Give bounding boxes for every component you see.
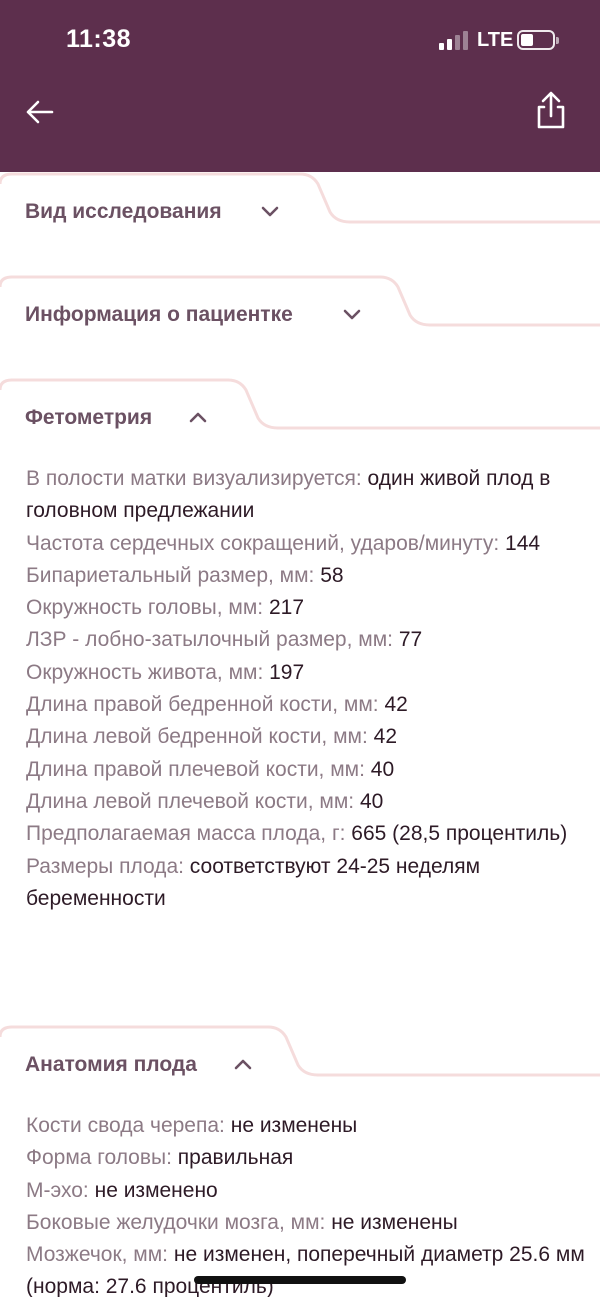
- detail-row: Мозжечок, мм: не изменен, поперечный диа…: [26, 1239, 586, 1297]
- detail-label: Боковые желудочки мозга, мм:: [26, 1210, 326, 1234]
- chevron-up-icon: [234, 1059, 252, 1070]
- fetometry-details: В полости матки визуализируется: один жи…: [26, 463, 586, 915]
- arrow-left-icon: [26, 100, 54, 124]
- section-title-fetometry: Фетометрия: [25, 406, 153, 429]
- detail-label: Окружность головы, мм:: [26, 596, 264, 620]
- detail-row: М-эхо: не изменено: [26, 1175, 586, 1207]
- detail-value: 77: [398, 628, 423, 652]
- detail-label: ЛЗР - лобно-затылочный размер, мм:: [26, 628, 393, 652]
- home-indicator[interactable]: [194, 1276, 406, 1284]
- detail-value: не изменено: [94, 1178, 218, 1202]
- detail-value: 217: [268, 596, 305, 620]
- share-button[interactable]: [532, 90, 570, 132]
- status-time: 11:38: [66, 25, 132, 53]
- detail-label: Мозжечок, мм:: [26, 1243, 169, 1267]
- detail-value: 42: [384, 693, 408, 717]
- detail-value: 42: [373, 725, 398, 749]
- detail-row: В полости матки визуализируется: один жи…: [26, 463, 586, 528]
- section-title-anatomy: Анатомия плода: [25, 1053, 197, 1076]
- detail-label: Длина левой бедренной кости, мм:: [26, 725, 368, 749]
- detail-label: Предполагаемая масса плода, г:: [26, 822, 346, 846]
- signal-strength-icon: [439, 30, 469, 50]
- section-title-patient-info: Информация о пациентке: [25, 303, 293, 326]
- back-button[interactable]: [22, 94, 58, 130]
- chevron-up-icon: [189, 412, 207, 423]
- detail-row: Предполагаемая масса плода, г: 665 (28,5…: [26, 818, 586, 850]
- detail-value: 40: [359, 789, 384, 813]
- detail-label: Кости свода черепа:: [26, 1114, 225, 1137]
- detail-label: Форма головы:: [26, 1146, 172, 1170]
- detail-label: Длина правой плечевой кости, мм:: [26, 757, 365, 781]
- detail-label: В полости матки визуализируется:: [26, 467, 362, 490]
- detail-value: 665 (28,5 процентиль): [351, 822, 568, 846]
- detail-label: Размеры плода:: [26, 854, 184, 878]
- detail-row: Бипариетальный размер, мм: 58: [26, 560, 586, 592]
- anatomy-details: Кости свода черепа: не изменены Форма го…: [26, 1110, 586, 1297]
- detail-row: Длина правой бедренной кости, мм: 42: [26, 689, 586, 721]
- battery-icon: [517, 30, 559, 50]
- chevron-down-icon: [261, 206, 279, 217]
- detail-row: Кости свода черепа: не изменены: [26, 1110, 586, 1142]
- share-icon: [537, 91, 565, 129]
- detail-label: Длина правой бедренной кости, мм:: [26, 693, 379, 717]
- detail-value: 197: [269, 660, 305, 684]
- detail-value: 58: [320, 563, 344, 587]
- detail-row: Боковые желудочки мозга, мм: не изменены: [26, 1207, 586, 1239]
- detail-label: Длина левой плечевой кости, мм:: [26, 789, 355, 813]
- network-type: LTE: [477, 29, 514, 51]
- detail-value: не изменены: [230, 1114, 358, 1137]
- detail-row: Длина левой бедренной кости, мм: 42: [26, 721, 586, 753]
- status-bar: 11:38 LTE: [0, 0, 600, 80]
- detail-row: Частота сердечных сокращений, ударов/мин…: [26, 528, 586, 560]
- detail-row: Окружность головы, мм: 217: [26, 592, 586, 624]
- detail-label: Частота сердечных сокращений, ударов/мин…: [26, 531, 500, 555]
- detail-value: правильная: [177, 1146, 294, 1170]
- detail-value: 144: [505, 531, 541, 555]
- detail-row: Длина правой плечевой кости, мм: 40: [26, 754, 586, 786]
- detail-value: не изменены: [331, 1210, 458, 1234]
- detail-row: ЛЗР - лобно-затылочный размер, мм: 77: [26, 624, 586, 656]
- section-anatomy: Анатомия плода Кости свода черепа: не из…: [0, 1025, 600, 1297]
- chevron-down-icon: [343, 309, 361, 320]
- detail-label: М-эхо:: [26, 1178, 89, 1202]
- detail-value: 40: [370, 757, 395, 781]
- detail-label: Бипариетальный размер, мм:: [26, 563, 315, 587]
- section-title-study-type: Вид исследования: [25, 200, 222, 223]
- detail-row: Окружность живота, мм: 197: [26, 657, 586, 689]
- detail-row: Форма головы: правильная: [26, 1142, 586, 1174]
- detail-label: Окружность живота, мм:: [26, 660, 264, 684]
- detail-row: Длина левой плечевой кости, мм: 40: [26, 786, 586, 818]
- detail-row: Размеры плода: соответствуют 24-25 недел…: [26, 851, 586, 916]
